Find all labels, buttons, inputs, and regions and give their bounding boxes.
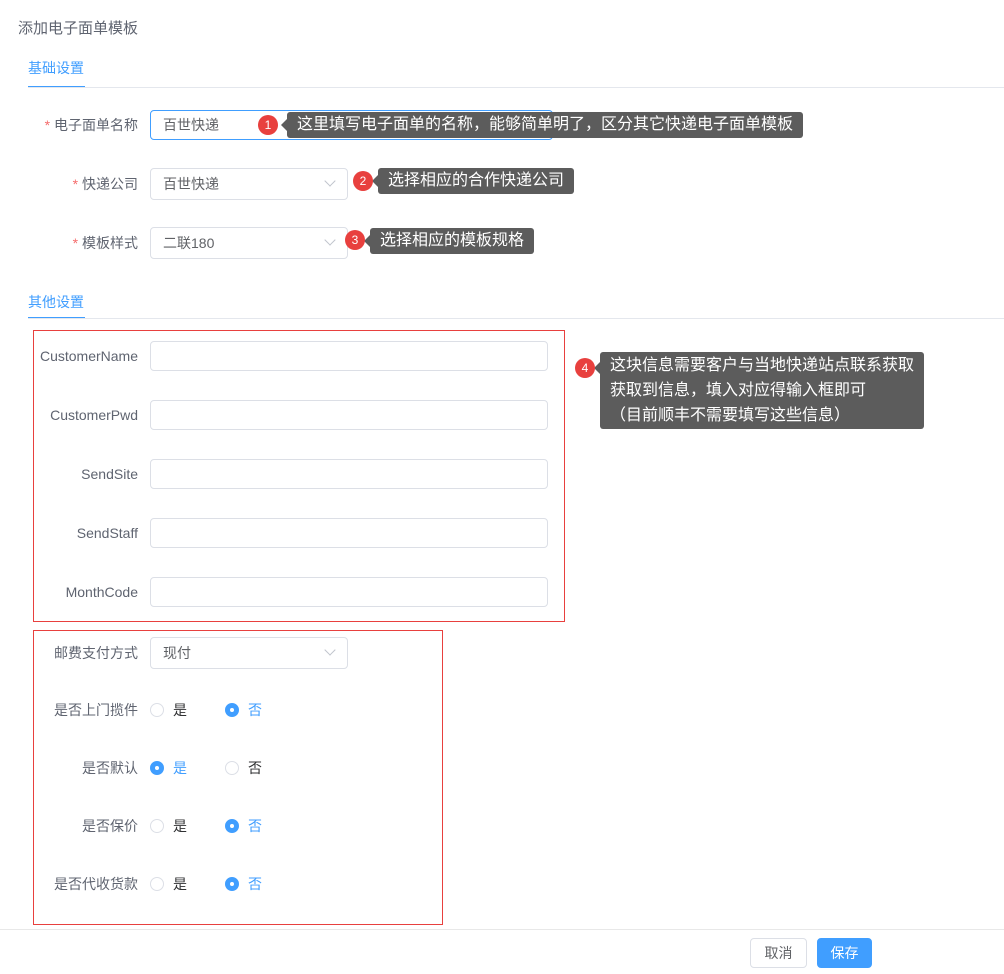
account-info-highlight-box — [33, 330, 565, 622]
template-style-label: 模板样式 — [0, 227, 138, 259]
tabs-divider-basic — [28, 87, 1004, 88]
waybill-name-tooltip: 这里填写电子面单的名称，能够简单明了，区分其它快递电子面单模板 — [287, 112, 803, 138]
cancel-button[interactable]: 取消 — [750, 938, 807, 968]
template-style-tooltip: 选择相应的模板规格 — [370, 228, 534, 254]
template-style-tooltip-text: 选择相应的模板规格 — [380, 232, 524, 249]
save-button[interactable]: 保存 — [817, 938, 872, 968]
step-badge-1: 1 — [258, 115, 278, 135]
chevron-down-icon — [324, 175, 335, 186]
chevron-down-icon — [324, 234, 335, 245]
page-title: 添加电子面单模板 — [18, 17, 138, 38]
tab-basic-settings[interactable]: 基础设置 — [28, 58, 84, 78]
template-style-select[interactable]: 二联180 — [150, 227, 348, 259]
waybill-name-tooltip-text: 这里填写电子面单的名称，能够简单明了，区分其它快递电子面单模板 — [297, 116, 793, 133]
step-badge-4: 4 — [575, 358, 595, 378]
courier-company-tooltip-text: 选择相应的合作快递公司 — [388, 172, 564, 189]
waybill-name-label: 电子面单名称 — [0, 110, 138, 140]
courier-company-tooltip: 选择相应的合作快递公司 — [378, 168, 574, 194]
footer-divider — [0, 929, 1004, 930]
courier-company-select[interactable]: 百世快递 — [150, 168, 348, 200]
courier-company-label: 快递公司 — [0, 168, 138, 200]
account-info-tooltip-line2: 获取到信息，填入对应得输入框即可 — [610, 378, 914, 403]
step-badge-2: 2 — [353, 171, 373, 191]
account-info-tooltip: 这块信息需要客户与当地快递站点联系获取 获取到信息，填入对应得输入框即可 （目前… — [600, 352, 924, 429]
account-info-tooltip-line3: （目前顺丰不需要填写这些信息） — [610, 403, 914, 428]
step-badge-3: 3 — [345, 230, 365, 250]
tabs-divider-other — [28, 318, 1004, 319]
options-highlight-box — [33, 630, 443, 925]
courier-company-value: 百世快递 — [163, 174, 219, 194]
tab-other-settings[interactable]: 其他设置 — [28, 292, 84, 312]
account-info-tooltip-line1: 这块信息需要客户与当地快递站点联系获取 — [610, 353, 914, 378]
tooltip-arrow-icon — [281, 119, 287, 131]
add-waybill-template-page: 添加电子面单模板 基础设置 电子面单名称 1 这里填写电子面单的名称，能够简单明… — [0, 0, 1004, 974]
template-style-value: 二联180 — [163, 233, 214, 253]
